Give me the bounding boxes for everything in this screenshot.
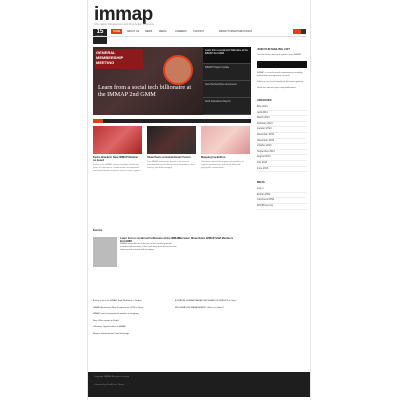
meta-heading: META xyxy=(257,180,265,185)
speaker-photo xyxy=(163,55,193,85)
slider-banner: GENERAL MEMBERSHIP MEETING xyxy=(95,49,143,69)
site-tagline: Information Management and Mine Action P… xyxy=(94,23,154,26)
meta-link[interactable]: WordPress.org xyxy=(257,204,307,210)
news-image[interactable] xyxy=(201,126,250,154)
footer: Copyright iMMAP All rights reserved Powe… xyxy=(88,372,310,397)
slider-list: Learn from a social tech billionaire at … xyxy=(203,47,251,115)
news-title[interactable]: Shaw Davis at Humanitarian Forum xyxy=(147,156,196,159)
bottom-link[interactable]: INFORMATION MANAGEMENT: What is it about… xyxy=(175,307,250,310)
archives-heading: ARCHIVES xyxy=(257,98,272,102)
nav-news[interactable]: NEWS xyxy=(145,30,152,33)
event-body: Learn from a social tech billionaire at … xyxy=(120,237,180,252)
nav-humanitarian-data[interactable]: IMMAP HUMANITARIAN DATA xyxy=(219,30,252,33)
bottom-link[interactable]: Report: Humanitarian Data Exchange xyxy=(93,333,168,336)
event-image[interactable] xyxy=(93,237,117,267)
footer-credit: Powered by WordPress Theme xyxy=(94,384,125,386)
bottom-link[interactable]: New Office opens in Kabul xyxy=(93,320,168,323)
search-button[interactable] xyxy=(301,29,306,34)
bottom-list-right: A SPATIAL HUMANITARIAN INFORMATION SERVI… xyxy=(175,300,250,313)
join-heading: JOIN OUR MAILING LIST xyxy=(257,47,290,51)
news-column-2: Shaw Davis at Humanitarian Forum The iMM… xyxy=(147,126,196,170)
event-excerpt: IMMAP would like to invite you to the se… xyxy=(120,243,177,251)
slider-item[interactable]: Field Operations Report xyxy=(203,98,251,115)
subscribe-button[interactable] xyxy=(257,61,307,68)
news-excerpt: The iMMAP team participated in the annua… xyxy=(147,161,195,170)
news-column-3: Mapping hackathon Volunteers joined the … xyxy=(201,126,250,170)
nav-about[interactable]: ABOUT US xyxy=(127,30,139,33)
join-text: Get the latest news and updates from iMM… xyxy=(257,54,302,56)
slider-item[interactable]: iMMAP Project Update xyxy=(203,64,251,81)
news-title[interactable]: Mapping hackathon xyxy=(201,156,250,159)
featured-slider[interactable]: GENERAL MEMBERSHIP MEETING Learn from a … xyxy=(93,47,251,115)
nav-home[interactable]: HOME xyxy=(111,29,123,34)
event-right: Interview: Shaw Davis iMMAP Staff Member… xyxy=(178,237,251,240)
slider-headline[interactable]: Learn from a social tech billionaire at … xyxy=(98,84,198,98)
news-image[interactable] xyxy=(147,126,196,154)
section-bar xyxy=(93,119,251,123)
bottom-link[interactable]: A Day in the Life: iMMAP Staff Members i… xyxy=(93,300,168,303)
news-excerpt: Pedro is the iMMAP newest member and bri… xyxy=(93,164,141,173)
slider-item[interactable]: New Partnerships announced xyxy=(203,81,251,98)
nav-careers[interactable]: CAREERS xyxy=(175,30,187,33)
sidebar: JOIN OUR MAILING LIST Get the latest new… xyxy=(257,47,307,210)
sidebar-para: Read our annual report and publications. xyxy=(257,87,297,89)
bottom-link[interactable]: Volunteer Opportunities at iMMAP xyxy=(93,326,168,329)
slider-image[interactable]: GENERAL MEMBERSHIP MEETING Learn from a … xyxy=(93,47,203,115)
archive-link[interactable]: June 2013 xyxy=(257,167,307,173)
nav-media[interactable]: MEDIA xyxy=(159,30,167,33)
bottom-link[interactable]: iMMAP trains humanitarian workers in map… xyxy=(93,313,168,316)
main-nav: HOME ABOUT US NEWS MEDIA CAREERS CONTACT… xyxy=(93,29,306,37)
bottom-list-left: A Day in the Life: iMMAP Staff Members i… xyxy=(93,300,168,339)
event-right-title[interactable]: Interview: Shaw Davis iMMAP Staff Member… xyxy=(178,237,251,240)
events-heading: Events xyxy=(93,228,103,232)
news-title[interactable]: Pedro Brackett: New iMMAP Member on boar… xyxy=(93,156,142,162)
bottom-link[interactable]: iMMAP Announces New Programs for 2014 in… xyxy=(93,307,168,310)
section-tag xyxy=(93,119,103,123)
bottom-link[interactable]: A SPATIAL HUMANITARIAN INFORMATION SERVI… xyxy=(175,300,250,303)
nav-contact[interactable]: CONTACT xyxy=(193,30,204,33)
news-image[interactable] xyxy=(93,126,142,154)
news-excerpt: Volunteers joined the mapping hackathon … xyxy=(201,161,244,170)
events-block: Events Learn from a social tech billiona… xyxy=(93,228,251,267)
footer-copyright: Copyright iMMAP All rights reserved xyxy=(94,376,129,378)
sidebar-para: Follow us on social media for the latest… xyxy=(257,81,304,83)
sidebar-para: iMMAP is a not-for-profit organization p… xyxy=(257,72,303,77)
slider-item[interactable]: Learn from a social tech billionaire at … xyxy=(203,47,251,64)
news-column-1: Pedro Brackett: New iMMAP Member on boar… xyxy=(93,126,142,173)
